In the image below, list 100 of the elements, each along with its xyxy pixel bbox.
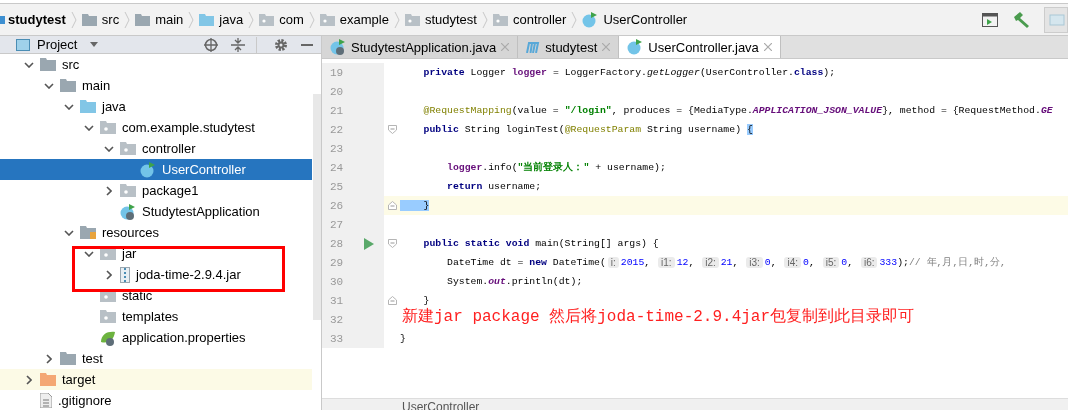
- code-comment: // 年,月,日,时,分,: [908, 256, 1006, 269]
- tree-item-label: src: [62, 57, 80, 72]
- tree-item[interactable]: StudytestApplication: [0, 201, 312, 222]
- code-text: ,: [732, 257, 740, 268]
- parameter-hint: i6:: [860, 257, 878, 268]
- tree-item[interactable]: main: [0, 75, 312, 96]
- code-constant: APPLICATION_JSON_VALUE: [752, 105, 883, 116]
- folder-icon: [259, 13, 275, 26]
- chevron-separator-icon: [188, 9, 195, 30]
- tree-item[interactable]: .gitignore: [0, 390, 312, 410]
- class-icon: [140, 161, 156, 178]
- locate-icon[interactable]: [204, 37, 218, 52]
- code-text: + username);: [594, 162, 666, 173]
- tree-item[interactable]: target: [0, 369, 312, 390]
- line-number: 26: [329, 199, 345, 212]
- tree-item[interactable]: jar: [0, 243, 312, 264]
- editor-tab[interactable]: UserController.java: [619, 36, 781, 58]
- fold-marker-icon[interactable]: [387, 239, 397, 248]
- code-brace: }: [400, 200, 430, 211]
- code-text: (value =: [511, 105, 560, 116]
- tree-item-label: templates: [122, 309, 179, 324]
- code-text: = LoggerFactory.: [551, 67, 647, 78]
- tree-item[interactable]: static: [0, 285, 312, 306]
- breadcrumb-item[interactable]: java: [199, 12, 244, 27]
- code-number: 12: [676, 257, 689, 268]
- code-text: }: [400, 333, 406, 344]
- code-text: (UserController.: [699, 67, 794, 78]
- code-text: String loginTest(: [463, 124, 565, 135]
- code-method: getLogger: [646, 67, 700, 78]
- code-keyword: public: [422, 124, 459, 135]
- tree-item[interactable]: resources: [0, 222, 312, 243]
- run-icon[interactable]: [364, 237, 374, 250]
- folder-icon: [80, 100, 96, 113]
- tree-item-label: resources: [102, 225, 160, 240]
- collapse-all-icon[interactable]: [231, 37, 245, 52]
- breadcrumb-item[interactable]: example: [319, 12, 389, 27]
- folder-icon: [120, 142, 136, 155]
- code-text: DateTime(: [551, 257, 606, 268]
- code-text: .info(: [482, 162, 518, 173]
- chevron-separator-icon: [393, 9, 400, 30]
- breadcrumb-item[interactable]: com: [259, 12, 304, 27]
- tree-item[interactable]: UserController: [0, 159, 312, 180]
- line-number: 27: [329, 218, 345, 231]
- line-number: 23: [329, 142, 345, 155]
- code-number: 0: [803, 257, 809, 268]
- editor-tab[interactable]: studytest: [518, 36, 620, 58]
- code-brace: {: [746, 124, 753, 135]
- tree-item[interactable]: test: [0, 348, 312, 369]
- run-window-icon[interactable]: [982, 12, 998, 27]
- tree-item-label: target: [62, 372, 96, 387]
- chevron-separator-icon: [571, 9, 578, 30]
- minimize-icon[interactable]: [301, 43, 313, 46]
- tree-item[interactable]: templates: [0, 306, 312, 327]
- breadcrumb-item[interactable]: src: [81, 12, 120, 27]
- code-text: }: [422, 295, 430, 306]
- tree-item[interactable]: java: [0, 96, 312, 117]
- code-field: logger: [511, 67, 547, 78]
- tree-item-label: joda-time-2.9.4.jar: [136, 267, 241, 282]
- tree-item[interactable]: com.example.studytest: [0, 117, 312, 138]
- tree-item[interactable]: application.properties: [0, 327, 312, 348]
- code-field: out: [488, 276, 506, 287]
- dropdown-caret-icon[interactable]: [90, 42, 99, 47]
- tree-item[interactable]: package1: [0, 180, 312, 201]
- tree-item[interactable]: src: [0, 54, 312, 75]
- archive-icon: [120, 266, 130, 283]
- tree-item-label: main: [82, 78, 111, 93]
- line-number: 30: [329, 275, 345, 288]
- fold-marker-icon[interactable]: [387, 201, 397, 210]
- line-number: 32: [329, 313, 345, 326]
- settings-icon[interactable]: [274, 37, 288, 52]
- class-icon: [120, 203, 136, 220]
- line-number: 24: [329, 161, 345, 174]
- hammer-icon[interactable]: [1012, 11, 1030, 28]
- folder-icon: [492, 13, 508, 26]
- code-text: ,: [688, 257, 696, 268]
- tree-item[interactable]: joda-time-2.9.4.jar: [0, 264, 312, 285]
- tree-item-label: com.example.studytest: [122, 120, 255, 135]
- project-window-icon: [16, 38, 30, 51]
- fold-marker-icon[interactable]: [387, 296, 397, 305]
- tree-item[interactable]: controller: [0, 138, 312, 159]
- code-text: .println(dt);: [505, 276, 583, 287]
- editor-tab[interactable]: StudytestApplication.java: [322, 36, 519, 58]
- class-icon: [582, 11, 599, 28]
- line-number: 29: [329, 256, 345, 269]
- panel-title[interactable]: Project: [37, 37, 78, 52]
- breadcrumb-item[interactable]: controller: [492, 12, 567, 27]
- tree-item-label: application.properties: [122, 330, 246, 345]
- scrollbar-thumb[interactable]: [313, 94, 321, 320]
- tree-item-label: test: [82, 351, 103, 366]
- code-text: username;: [487, 181, 542, 192]
- parameter-hint: i1:: [658, 257, 675, 268]
- breadcrumb-item[interactable]: studytest: [404, 12, 477, 27]
- tree-item-label: .gitignore: [58, 393, 112, 408]
- breadcrumb-item[interactable]: main: [135, 12, 184, 27]
- chevron-separator-icon: [124, 9, 131, 30]
- fold-marker-icon[interactable]: [387, 125, 397, 134]
- code-number: 21: [720, 257, 733, 268]
- breadcrumb-item[interactable]: UserController: [582, 11, 688, 28]
- code-keyword: private: [422, 67, 465, 78]
- breadcrumb-item[interactable]: studytest: [0, 12, 66, 27]
